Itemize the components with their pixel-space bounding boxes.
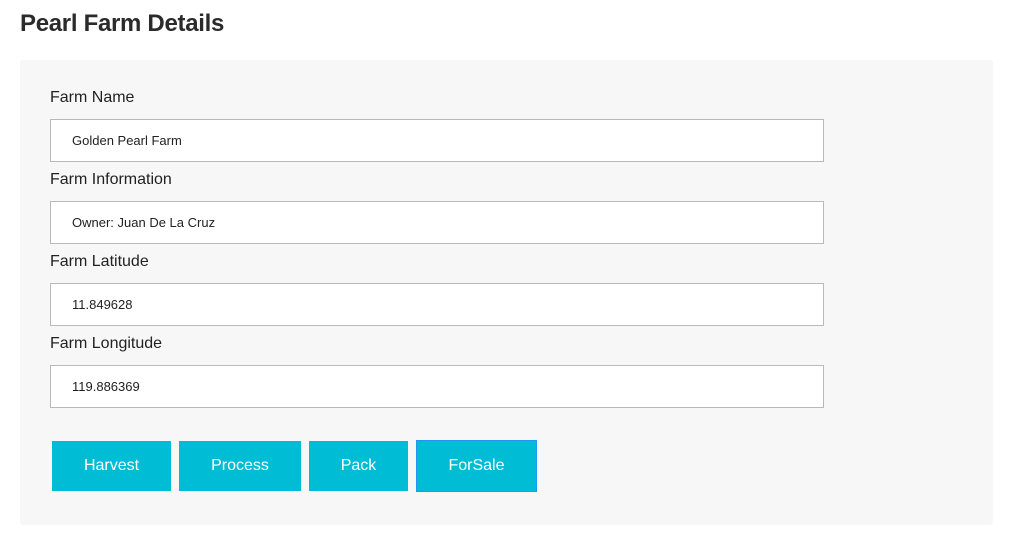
process-button[interactable]: Process — [179, 441, 301, 491]
farm-information-label: Farm Information — [50, 171, 172, 188]
pack-button[interactable]: Pack — [309, 441, 408, 491]
farm-information-input[interactable] — [50, 201, 824, 244]
farm-name-input[interactable] — [50, 119, 824, 162]
page-title: Pearl Farm Details — [20, 10, 225, 37]
farm-latitude-input[interactable] — [50, 283, 824, 326]
forsale-button[interactable]: ForSale — [416, 440, 537, 492]
page: Pearl Farm Details Farm Name Farm Inform… — [0, 0, 1012, 537]
farm-longitude-input[interactable] — [50, 365, 824, 408]
farm-latitude-label: Farm Latitude — [50, 253, 149, 270]
farm-longitude-label: Farm Longitude — [50, 335, 163, 352]
harvest-button[interactable]: Harvest — [52, 441, 171, 491]
farm-details-panel: Farm Name Farm Information Farm Latitude… — [20, 60, 993, 525]
farm-name-label: Farm Name — [50, 89, 135, 106]
